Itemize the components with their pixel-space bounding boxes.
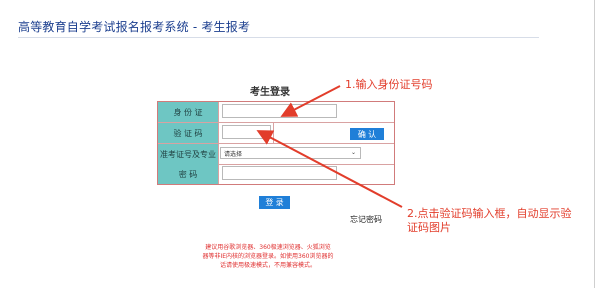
exam-select-value: 请选择 (224, 150, 243, 158)
captcha-input[interactable] (222, 125, 271, 139)
id-row: 身 份 证 (158, 102, 394, 123)
system-title: 高等教育自学考试报名报考系统 - 考生报考 (18, 20, 251, 34)
id-label: 身 份 证 (158, 102, 219, 122)
forgot-password-link[interactable]: 忘记密码 (350, 214, 382, 225)
exam-label: 准考证号及专业 (158, 144, 219, 164)
exam-row: 准考证号及专业 请选择 ⌄ (158, 144, 394, 165)
annotation-captcha-hint: 2.点击验证码输入框，自动显示验证码图片 (407, 207, 572, 234)
captcha-confirm-button[interactable]: 确 认 (350, 128, 384, 140)
captcha-label: 验 证 码 (158, 123, 219, 143)
id-number-input[interactable] (222, 104, 337, 118)
password-label: 密 码 (158, 164, 219, 184)
login-form: 身 份 证 验 证 码 确 认 准考证号及专业 请选择 ⌄ 密 码 (157, 101, 395, 185)
captcha-row: 验 证 码 确 认 (158, 123, 394, 144)
login-button[interactable]: 登 录 (259, 196, 290, 209)
exam-major-select[interactable]: 请选择 ⌄ (220, 147, 361, 159)
captcha-image-slot (273, 123, 274, 143)
chevron-down-icon: ⌄ (350, 149, 356, 156)
notice-line-2: 器等非IE内核的浏览器登录。如使用360浏览器的 (202, 253, 334, 260)
title-divider (18, 37, 539, 38)
password-input[interactable] (222, 166, 337, 180)
browser-notice: 建议用谷歌浏览器、360极速浏览器、火狐浏览 器等非IE内核的浏览器登录。如使用… (170, 243, 366, 270)
password-row: 密 码 (158, 164, 394, 184)
annotation-enter-id: 1.输入身份证号码 (345, 78, 433, 91)
notice-line-1: 建议用谷歌浏览器、360极速浏览器、火狐浏览 (205, 244, 331, 251)
window-edge (594, 0, 595, 288)
login-title: 考生登录 (250, 87, 290, 98)
notice-line-3: 话请使用极速模式，不用兼容模式。 (219, 262, 316, 269)
